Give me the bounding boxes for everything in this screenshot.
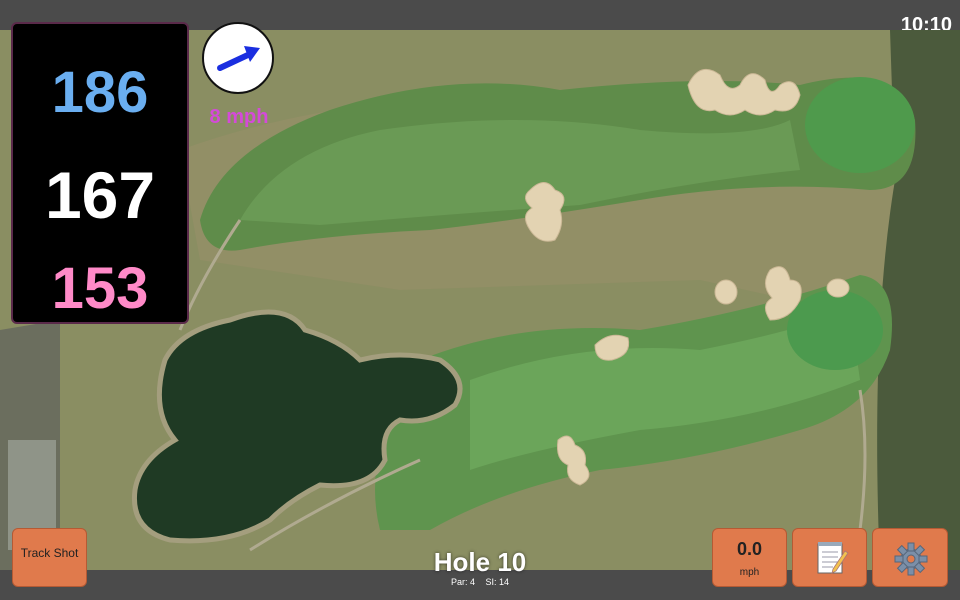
hole-title: Hole 10 bbox=[433, 547, 527, 577]
hole-info: Par: 4 SI: 14 bbox=[380, 577, 580, 587]
speed-button[interactable]: 0.0 mph bbox=[712, 528, 787, 587]
back-distance: 186 bbox=[51, 60, 149, 125]
notepad-icon bbox=[817, 542, 849, 574]
wind-dial bbox=[202, 22, 274, 94]
settings-button[interactable] bbox=[872, 528, 948, 587]
distance-panel: 186 167 153 bbox=[11, 22, 189, 324]
speed-unit: mph bbox=[739, 567, 760, 578]
front-distance: 153 bbox=[51, 256, 149, 321]
center-distance: 167 bbox=[44, 158, 156, 232]
notes-button[interactable] bbox=[792, 528, 867, 587]
wind-arrow-icon bbox=[217, 46, 260, 71]
speed-value: 0.0 bbox=[736, 539, 763, 559]
gear-icon bbox=[894, 542, 928, 576]
stroke-index-label: SI: 14 bbox=[485, 577, 510, 587]
track-shot-button[interactable]: Track Shot bbox=[12, 528, 87, 587]
par-label: Par: 4 bbox=[450, 577, 475, 587]
wind-speed: 8 mph bbox=[209, 106, 269, 128]
